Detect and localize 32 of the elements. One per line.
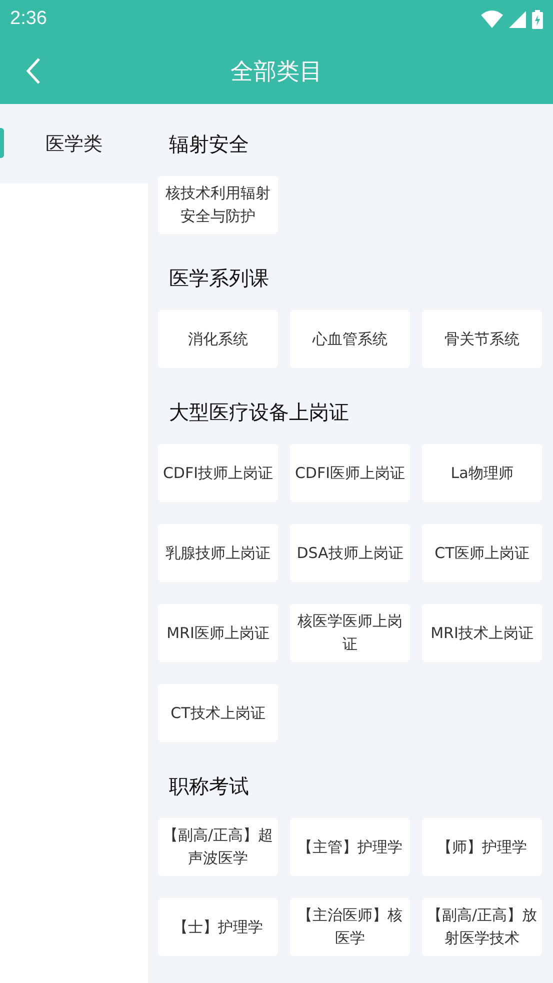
category-button[interactable]: 核技术利用辐射安全与防护	[158, 176, 278, 234]
category-button[interactable]: 乳腺技师上岗证	[158, 524, 278, 582]
category-button[interactable]: 【师】护理学	[422, 818, 542, 876]
section-title: 辐射安全	[168, 131, 250, 158]
battery-icon	[532, 10, 543, 28]
category-button[interactable]: 核医学医师上岗证	[290, 604, 410, 662]
category-button[interactable]: 【副高/正高】超声波医学	[158, 818, 278, 876]
page-title: 全部类目	[230, 58, 322, 86]
category-button[interactable]: 【主管】护理学	[290, 818, 410, 876]
status-time: 2:36	[10, 8, 47, 30]
category-button[interactable]: CDFI技师上岗证	[158, 444, 278, 502]
sidebar-label: 医学类	[46, 132, 102, 156]
wifi-icon	[481, 10, 503, 28]
back-icon[interactable]	[25, 57, 41, 85]
category-button[interactable]: La物理师	[422, 444, 542, 502]
selection-indicator	[0, 128, 4, 158]
category-button[interactable]: CDFI医师上岗证	[290, 444, 410, 502]
category-button[interactable]: CT医师上岗证	[422, 524, 542, 582]
section-title: 职称考试	[168, 773, 250, 800]
section-title: 医学系列课	[168, 265, 270, 292]
category-button[interactable]: 【士】护理学	[158, 898, 278, 956]
category-button[interactable]: 【副高/正高】放射医学技术	[422, 898, 542, 956]
category-button[interactable]: 骨关节系统	[422, 310, 542, 368]
category-button[interactable]: MRI医师上岗证	[158, 604, 278, 662]
section-title: 大型医疗设备上岗证	[168, 399, 350, 426]
category-button[interactable]: 心血管系统	[290, 310, 410, 368]
category-button[interactable]: CT技术上岗证	[158, 684, 278, 742]
signal-icon	[509, 10, 526, 28]
category-button[interactable]: 消化系统	[158, 310, 278, 368]
category-button[interactable]: MRI技术上岗证	[422, 604, 542, 662]
category-button[interactable]: 【主治医师】核医学	[290, 898, 410, 956]
category-button[interactable]: DSA技师上岗证	[290, 524, 410, 582]
